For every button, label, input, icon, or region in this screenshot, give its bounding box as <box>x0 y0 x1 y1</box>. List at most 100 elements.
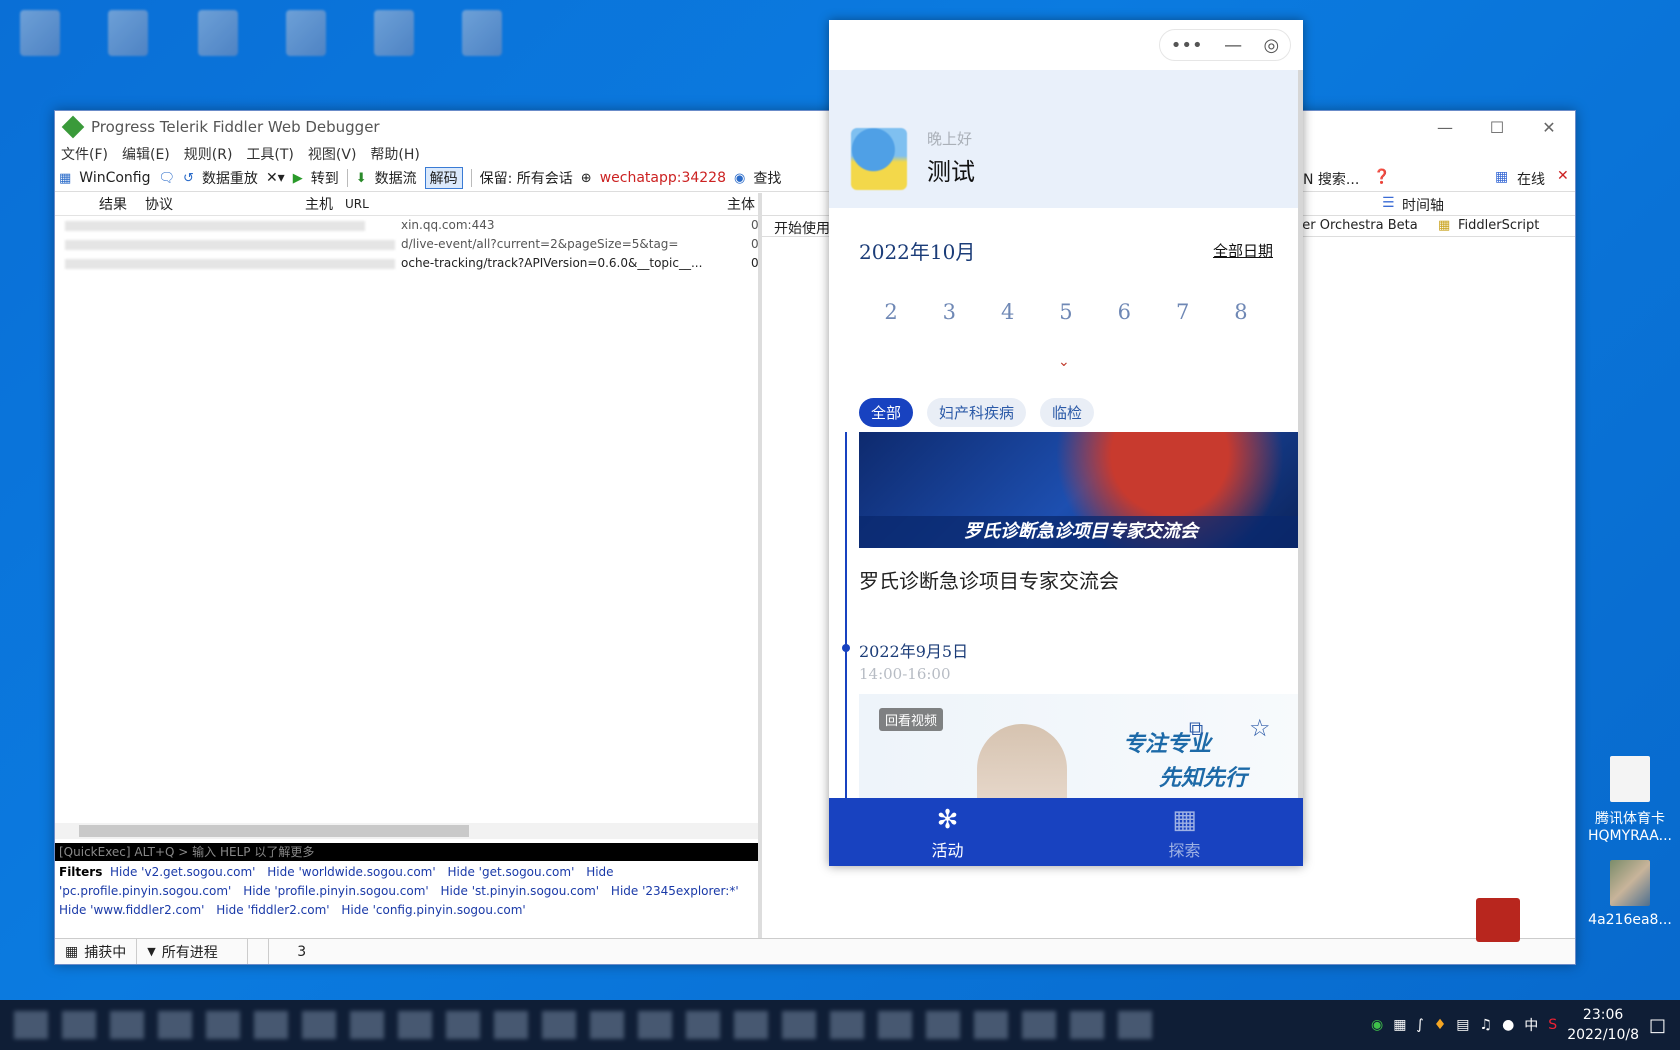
desktop-icon[interactable] <box>462 10 502 56</box>
tab-fiddlerscript[interactable]: FiddlerScript <box>1458 218 1539 233</box>
remove-icon[interactable]: ✕▾ <box>266 170 285 186</box>
taskbar-app[interactable] <box>878 1011 912 1039</box>
crosshair-icon[interactable]: ⊕ <box>581 171 592 186</box>
help-icon[interactable]: ❓ <box>1373 169 1390 185</box>
taskbar-app[interactable] <box>734 1011 768 1039</box>
session-row[interactable]: oche-tracking/track?APIVersion=0.6.0&__t… <box>55 254 759 273</box>
taskbar-app[interactable] <box>254 1011 288 1039</box>
taskbar-app[interactable] <box>494 1011 528 1039</box>
tab-get-started[interactable]: 开始使用 <box>774 218 830 238</box>
close-target-icon[interactable]: ◎ <box>1264 35 1280 56</box>
day-item[interactable]: 5 <box>1046 300 1086 324</box>
favorite-star-icon[interactable]: ☆ <box>1249 714 1271 742</box>
col-url[interactable]: URL <box>345 197 369 211</box>
decode-button[interactable]: 解码 <box>424 167 463 189</box>
goto-button[interactable]: 转到 <box>311 168 339 188</box>
menu-view[interactable]: 视图(V) <box>308 144 357 164</box>
tab-timeline[interactable]: 时间轴 <box>1402 195 1444 215</box>
col-body[interactable]: 主体 <box>727 194 755 214</box>
close-toolbar-icon[interactable]: ✕ <box>1557 168 1569 184</box>
microphone-icon[interactable]: ● <box>1502 1017 1514 1033</box>
taskbar-app[interactable] <box>1070 1011 1104 1039</box>
desktop-icon[interactable] <box>20 10 60 56</box>
quickexec-input[interactable]: [QuickExec] ALT+Q > 输入 HELP 以了解更多 <box>55 843 758 861</box>
desktop-icon[interactable] <box>108 10 148 56</box>
search-button[interactable]: N 搜索... <box>1303 169 1359 189</box>
expand-chevron-icon[interactable]: ⌄ <box>1058 354 1070 370</box>
taskbar-app[interactable] <box>110 1011 144 1039</box>
desktop-icon[interactable] <box>286 10 326 56</box>
chip-all[interactable]: 全部 <box>859 398 914 427</box>
bluetooth-icon[interactable]: ∫ <box>1416 1017 1423 1033</box>
minimize-icon[interactable]: — <box>1224 35 1242 56</box>
desktop-file-doc[interactable]: 腾讯体育卡 HQMYRAA... <box>1580 756 1680 844</box>
horizontal-scrollbar[interactable] <box>55 823 758 839</box>
chip-gynecology[interactable]: 妇产科疾病 <box>927 398 1027 427</box>
share-icon[interactable]: ⧉ <box>1189 716 1203 740</box>
winconfig-button[interactable]: WinConfig <box>79 170 150 186</box>
col-host[interactable]: 主机 <box>305 194 333 214</box>
filter-item[interactable]: Hide '2345explorer:*' <box>611 884 739 898</box>
minimize-button[interactable]: — <box>1419 111 1471 143</box>
network-icon[interactable]: ▤ <box>1456 1017 1469 1033</box>
session-row[interactable]: xin.qq.com:443 0 <box>55 216 759 235</box>
volume-icon[interactable]: ♫ <box>1480 1017 1493 1033</box>
taskbar-app[interactable] <box>446 1011 480 1039</box>
session-row[interactable]: d/live-event/all?current=2&pageSize=5&ta… <box>55 235 759 254</box>
taskbar-app[interactable] <box>14 1011 48 1039</box>
find-button[interactable]: 查找 <box>753 168 781 188</box>
desktop-file-image[interactable]: 4a216ea8... <box>1580 860 1680 928</box>
nav-explore[interactable]: ▦ 探索 <box>1066 798 1303 866</box>
taskbar-app[interactable] <box>350 1011 384 1039</box>
scroll-thumb[interactable] <box>79 825 469 837</box>
day-item[interactable]: 7 <box>1163 300 1203 324</box>
ime-indicator[interactable]: 中 <box>1524 1015 1538 1035</box>
shield-icon[interactable]: ♦ <box>1434 1017 1447 1033</box>
taskbar-app[interactable] <box>158 1011 192 1039</box>
day-item[interactable]: 8 <box>1221 300 1261 324</box>
taskbar-app[interactable] <box>542 1011 576 1039</box>
process-filter-status[interactable]: ▼ 所有进程 <box>137 939 249 964</box>
filter-item[interactable]: Hide 'fiddler2.com' <box>216 903 329 917</box>
menu-tools[interactable]: 工具(T) <box>246 144 293 164</box>
taskbar-app[interactable] <box>206 1011 240 1039</box>
tray-app-icon[interactable]: ▦ <box>1393 1017 1406 1033</box>
menu-help[interactable]: 帮助(H) <box>370 144 419 164</box>
filter-item[interactable]: Hide 'get.sogou.com' <box>447 865 574 879</box>
menu-edit[interactable]: 编辑(E) <box>122 144 170 164</box>
col-protocol[interactable]: 协议 <box>145 194 173 214</box>
chip-lab[interactable]: 临检 <box>1040 398 1095 427</box>
taskbar-app[interactable] <box>398 1011 432 1039</box>
replay-button[interactable]: 数据重放 <box>202 168 258 188</box>
taskbar-app[interactable] <box>62 1011 96 1039</box>
taskbar-app[interactable] <box>1022 1011 1056 1039</box>
taskbar-app[interactable] <box>686 1011 720 1039</box>
taskbar-app[interactable] <box>926 1011 960 1039</box>
sogou-ime-icon[interactable]: S <box>1548 1017 1557 1033</box>
close-button[interactable]: ✕ <box>1523 111 1575 143</box>
keep-sessions-dropdown[interactable]: 保留: 所有会话 <box>480 168 573 188</box>
day-item[interactable]: 4 <box>988 300 1028 324</box>
filter-item[interactable]: Hide 'config.pinyin.sogou.com' <box>341 903 525 917</box>
nav-activity[interactable]: ✻ 活动 <box>829 798 1066 866</box>
maximize-button[interactable]: ☐ <box>1471 111 1523 143</box>
notification-icon[interactable]: □ <box>1649 1015 1666 1036</box>
event-title[interactable]: 罗氏诊断急诊项目专家交流会 <box>859 565 1119 594</box>
mini-scrollbar[interactable] <box>1298 70 1303 820</box>
event-banner[interactable]: 罗氏诊断急诊项目专家交流会 <box>859 432 1303 548</box>
stream-button[interactable]: 数据流 <box>375 168 417 188</box>
more-icon[interactable]: ••• <box>1171 35 1203 56</box>
clock[interactable]: 23:06 2022/10/8 <box>1567 1005 1639 1045</box>
desktop-icon[interactable] <box>374 10 414 56</box>
comment-icon[interactable]: 🗨 <box>159 171 176 186</box>
filter-item[interactable]: Hide 'v2.get.sogou.com' <box>110 865 255 879</box>
col-result[interactable]: 结果 <box>99 194 127 214</box>
filter-item[interactable]: Hide 'st.pinyin.sogou.com' <box>441 884 600 898</box>
replay-banner[interactable]: 回看视频 专注专业 先知先行 ⧉ ☆ <box>859 694 1303 814</box>
online-button[interactable]: 在线 <box>1517 169 1545 189</box>
filter-item[interactable]: Hide 'worldwide.sogou.com' <box>267 865 435 879</box>
taskbar-app[interactable] <box>590 1011 624 1039</box>
taskbar-app[interactable] <box>830 1011 864 1039</box>
taskbar-app[interactable] <box>638 1011 672 1039</box>
wechat-tray-icon[interactable]: ◉ <box>1371 1017 1383 1033</box>
